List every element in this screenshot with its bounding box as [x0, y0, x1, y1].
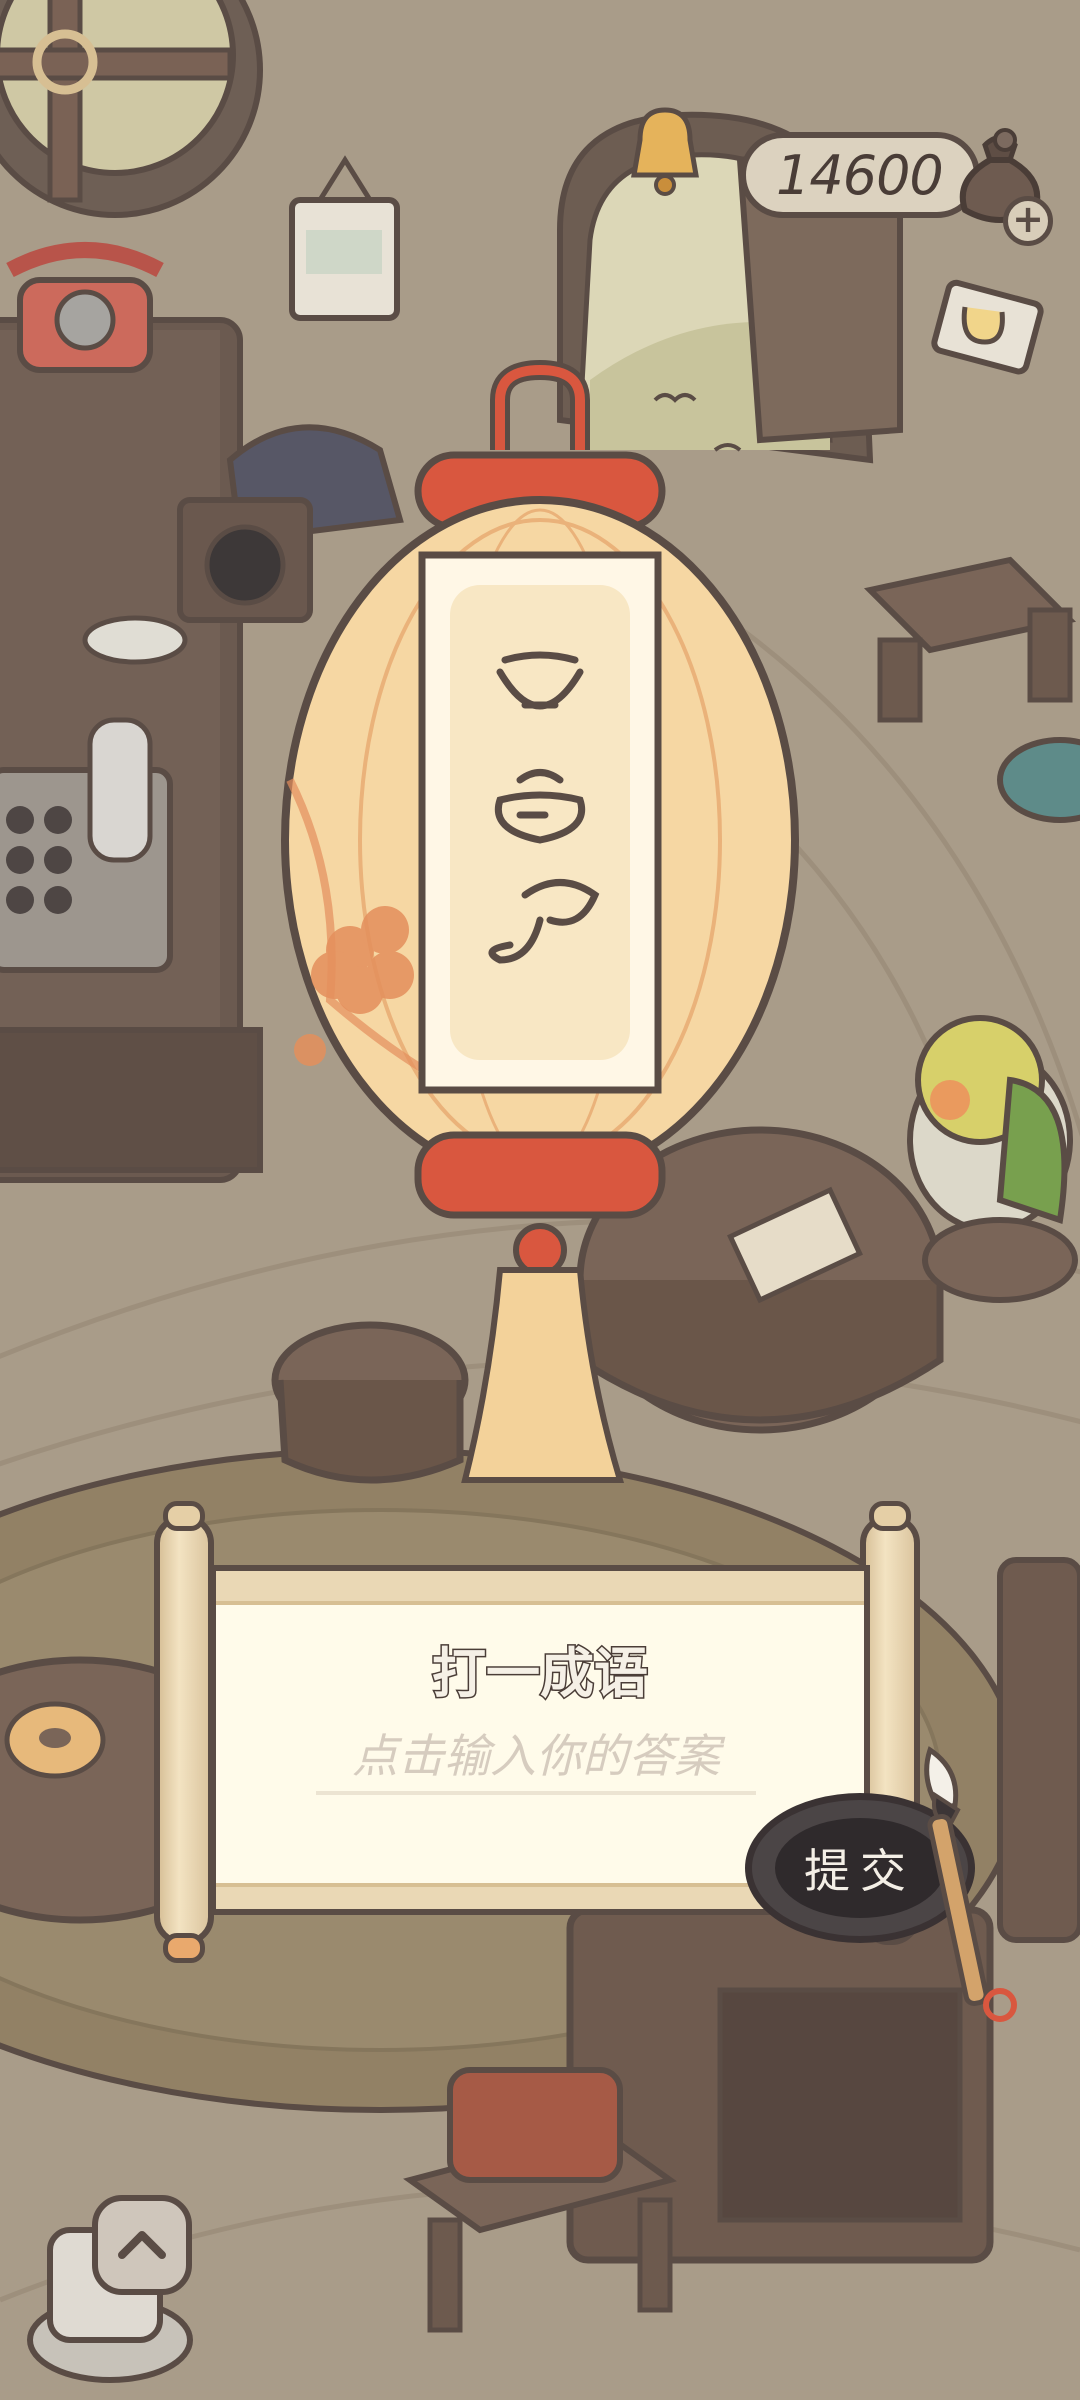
scroll-up-button[interactable] [92, 2195, 192, 2295]
chevron-up-icon [118, 2231, 166, 2259]
scroll-knob [869, 1501, 911, 1531]
coin-counter: 14600 [740, 132, 980, 218]
coin-value: 14600 [776, 143, 944, 207]
game-scene: 14600 + 打一成语 提交 [0, 0, 1080, 2400]
room-background [0, 0, 1080, 2400]
brush-icon [924, 1746, 1017, 2022]
riddle-title: 打一成语 [431, 1641, 650, 1707]
add-coins-button[interactable]: + [1003, 196, 1053, 246]
scroll-knob [163, 1933, 205, 1963]
mail-icon[interactable] [930, 272, 1050, 382]
answer-input[interactable] [316, 1721, 756, 1795]
scroll-rod-left [154, 1515, 214, 1945]
scroll-knob [163, 1501, 205, 1531]
